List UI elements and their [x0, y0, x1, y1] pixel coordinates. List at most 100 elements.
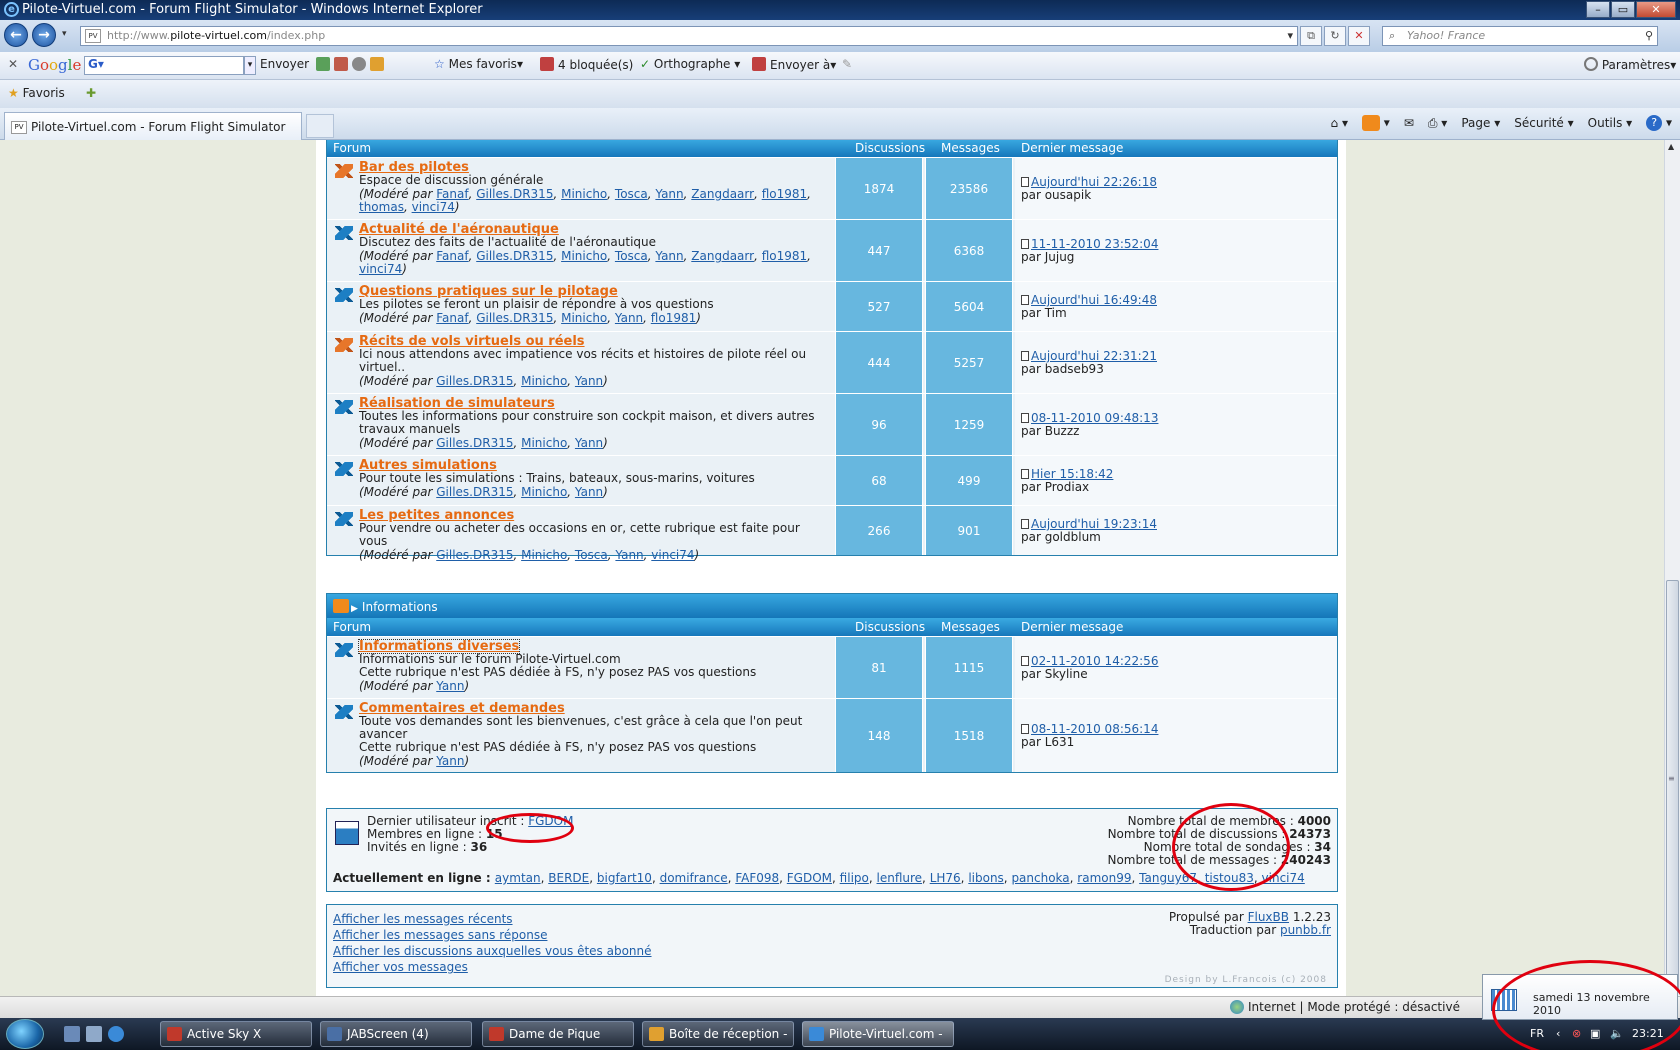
moderator-link[interactable]: vinci74 [651, 548, 694, 562]
moderator-link[interactable]: vinci74 [359, 262, 402, 276]
last-post-link[interactable]: 11-11-2010 23:52:04 [1031, 237, 1158, 251]
taskbar-button[interactable]: Boîte de réception - ... [642, 1021, 794, 1047]
moderator-link[interactable]: Fanaf [436, 311, 468, 325]
refresh-icon[interactable]: ↻ [1324, 26, 1346, 46]
moderator-link[interactable]: Yann [436, 679, 464, 693]
moderator-link[interactable]: Tosca [575, 548, 608, 562]
moderator-link[interactable]: Gilles.DR315 [436, 485, 513, 499]
switch-windows-icon[interactable] [86, 1026, 102, 1042]
google-search-button[interactable]: Envoyer [260, 57, 309, 71]
online-user-link[interactable]: ramon99 [1077, 871, 1131, 885]
moderator-link[interactable]: flo1981 [762, 249, 807, 263]
taskbar-button[interactable]: Active Sky X [160, 1021, 312, 1047]
tools-menu[interactable]: Outils ▾ [1588, 116, 1633, 130]
last-post-link[interactable]: 08-11-2010 08:56:14 [1031, 722, 1158, 736]
security-zone[interactable]: Internet | Mode protégé : désactivé [1230, 1000, 1460, 1014]
online-user-link[interactable]: BERDE [548, 871, 589, 885]
search-icon[interactable]: ⚲ [1645, 27, 1653, 45]
moderator-link[interactable]: Tosca [615, 187, 648, 201]
toolbar-close-icon[interactable]: ✕ [8, 57, 18, 71]
online-user-link[interactable]: filipo [840, 871, 869, 885]
moderator-link[interactable]: Tosca [615, 249, 648, 263]
online-user-link[interactable]: libons [968, 871, 1003, 885]
favorites-button[interactable]: ★ Favoris [8, 86, 65, 100]
online-user-link[interactable]: aymtan [495, 871, 541, 885]
moderator-link[interactable]: Minicho [521, 485, 567, 499]
online-user-link[interactable]: bigfart10 [597, 871, 652, 885]
moderator-link[interactable]: Minicho [521, 374, 567, 388]
rss-icon[interactable] [333, 599, 349, 613]
last-post-link[interactable]: 02-11-2010 14:22:56 [1031, 654, 1158, 668]
moderator-link[interactable]: flo1981 [651, 311, 696, 325]
moderator-link[interactable]: Minicho [521, 548, 567, 562]
vertical-scrollbar[interactable]: ▲ ≡ ▼ [1664, 140, 1680, 996]
moderator-link[interactable]: Minicho [561, 187, 607, 201]
moderator-link[interactable]: Gilles.DR315 [436, 436, 513, 450]
your-messages-link[interactable]: Afficher vos messages [333, 960, 468, 974]
moderator-link[interactable]: Fanaf [436, 249, 468, 263]
new-tab-button[interactable] [306, 114, 334, 138]
last-post-link[interactable]: Aujourd'hui 22:31:21 [1031, 349, 1157, 363]
moderator-link[interactable]: Yann [615, 311, 643, 325]
moderator-link[interactable]: Minicho [521, 436, 567, 450]
moderator-link[interactable]: flo1981 [762, 187, 807, 201]
settings-menu[interactable]: Paramètres▾ [1584, 57, 1676, 72]
popup-blocker[interactable]: 4 bloquée(s) [540, 57, 633, 72]
moderator-link[interactable]: vinci74 [412, 200, 455, 214]
moderator-link[interactable]: Minicho [561, 249, 607, 263]
taskbar-button[interactable]: JABScreen (4) [320, 1021, 472, 1047]
compat-view-icon[interactable]: ⧉ [1300, 26, 1322, 46]
taskbar-button[interactable]: Pilote-Virtuel.com - ... [802, 1021, 954, 1047]
recent-messages-link[interactable]: Afficher les messages récents [333, 912, 513, 926]
home-icon[interactable]: ⌂ ▾ [1331, 116, 1348, 130]
moderator-link[interactable]: Zangdaarr [691, 249, 754, 263]
fluxbb-link[interactable]: FluxBB [1248, 910, 1289, 924]
online-user-link[interactable]: domifrance [660, 871, 728, 885]
last-post-link[interactable]: Hier 15:18:42 [1031, 467, 1113, 481]
highlight-icon[interactable]: ✎ [842, 57, 852, 71]
mail-icon[interactable]: ✉ [1404, 116, 1414, 130]
toolbar-icons[interactable] [316, 57, 388, 72]
page-menu[interactable]: Page ▾ [1461, 116, 1500, 130]
add-favorite-icon[interactable]: ✚ [86, 86, 96, 100]
tab-active[interactable]: PV Pilote-Virtuel.com - Forum Flight Sim… [4, 112, 302, 140]
last-post-link[interactable]: Aujourd'hui 16:49:48 [1031, 293, 1157, 307]
scrollbar-thumb[interactable] [1666, 580, 1679, 992]
online-user-link[interactable]: panchoka [1011, 871, 1069, 885]
moderator-link[interactable]: Yann [436, 754, 464, 768]
subscribed-link[interactable]: Afficher les discussions auxquelles vous… [333, 944, 652, 958]
google-field-dropdown-icon[interactable]: ▾ [244, 56, 256, 75]
minimize-button[interactable]: – [1586, 1, 1610, 18]
punbb-link[interactable]: punbb.fr [1280, 923, 1331, 937]
security-menu[interactable]: Sécurité ▾ [1514, 116, 1573, 130]
moderator-link[interactable]: Yann [655, 249, 683, 263]
moderator-link[interactable]: Gilles.DR315 [436, 374, 513, 388]
favorites-menu[interactable]: ☆ Mes favoris▾ [434, 57, 523, 71]
history-dropdown-icon[interactable]: ▾ [62, 29, 67, 39]
online-user-link[interactable]: FGDOM [787, 871, 832, 885]
feeds-icon[interactable]: ▾ [1361, 115, 1390, 131]
stop-icon[interactable]: ✕ [1348, 26, 1370, 46]
start-button[interactable] [6, 1019, 44, 1049]
last-post-link[interactable]: Aujourd'hui 19:23:14 [1031, 517, 1157, 531]
show-desktop-icon[interactable] [64, 1026, 80, 1042]
moderator-link[interactable]: Fanaf [436, 187, 468, 201]
back-button[interactable]: ← [4, 23, 28, 47]
online-user-link[interactable]: FAF098 [735, 871, 779, 885]
moderator-link[interactable]: Yann [575, 485, 603, 499]
unanswered-link[interactable]: Afficher les messages sans réponse [333, 928, 547, 942]
help-icon[interactable]: ? ▾ [1646, 115, 1672, 131]
maximize-button[interactable]: ▭ [1611, 1, 1635, 18]
online-user-link[interactable]: lenflure [877, 871, 923, 885]
taskbar-button[interactable]: Dame de Pique [482, 1021, 634, 1047]
moderator-link[interactable]: Gilles.DR315 [476, 249, 553, 263]
moderator-link[interactable]: Yann [615, 548, 643, 562]
moderator-link[interactable]: thomas [359, 200, 404, 214]
address-bar[interactable]: PV http://www.pilote-virtuel.com/index.p… [80, 26, 1298, 46]
moderator-link[interactable]: Yann [575, 436, 603, 450]
forward-button[interactable]: → [32, 23, 56, 47]
last-post-link[interactable]: Aujourd'hui 22:26:18 [1031, 175, 1157, 189]
print-icon[interactable]: ⎙ ▾ [1428, 116, 1447, 131]
google-search-field[interactable]: G▾ [84, 56, 244, 75]
moderator-link[interactable]: Gilles.DR315 [476, 187, 553, 201]
